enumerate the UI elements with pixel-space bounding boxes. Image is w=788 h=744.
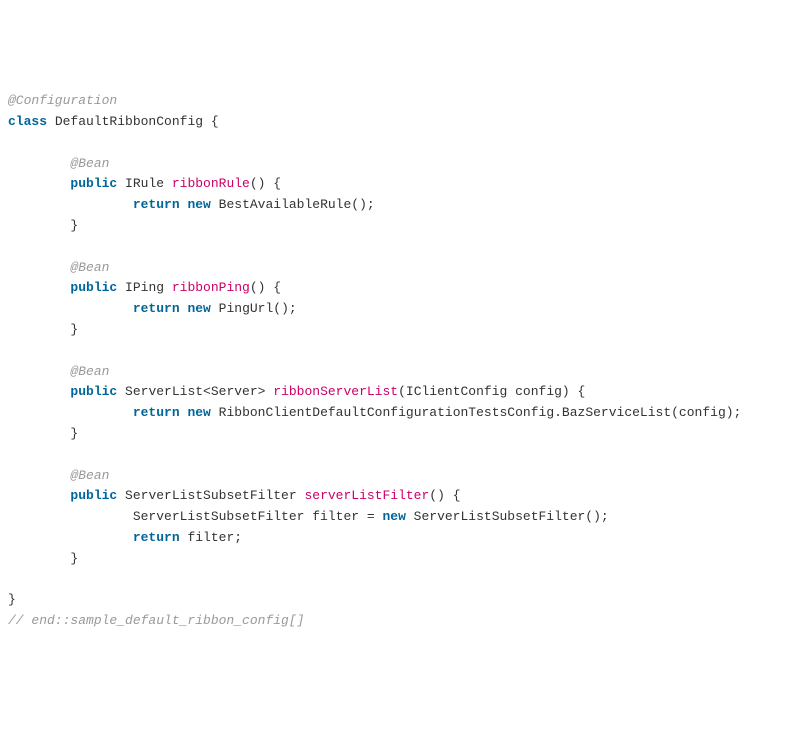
code-token-keyword: public — [70, 384, 117, 399]
code-token-new-kw: new — [187, 405, 210, 420]
code-token-new-kw: new — [382, 509, 405, 524]
code-token-method: ribbonPing — [172, 280, 250, 295]
code-token-plain — [8, 364, 70, 379]
code-token-keyword: return — [133, 405, 180, 420]
code-token-keyword: public — [70, 280, 117, 295]
code-token-keyword: public — [70, 176, 117, 191]
code-token-plain: DefaultRibbonConfig { — [47, 114, 219, 129]
code-token-annotation: @Bean — [70, 156, 109, 171]
code-token-annotation: @Configuration — [8, 93, 117, 108]
code-token-plain — [8, 468, 70, 483]
code-token-method: serverListFilter — [304, 488, 429, 503]
code-token-plain — [8, 156, 70, 171]
code-token-comment: // end::sample_default_ribbon_config[] — [8, 613, 304, 628]
code-block: @Configuration class DefaultRibbonConfig… — [8, 91, 780, 632]
code-token-plain — [8, 260, 70, 275]
code-token-plain — [8, 176, 70, 191]
code-token-annotation: @Bean — [70, 468, 109, 483]
code-token-keyword: return — [133, 197, 180, 212]
code-token-new-kw: new — [187, 197, 210, 212]
code-token-plain: ServerList<Server> — [117, 384, 273, 399]
code-token-plain — [8, 280, 70, 295]
code-token-method: ribbonRule — [172, 176, 250, 191]
code-token-plain — [8, 488, 70, 503]
code-token-plain: ServerListSubsetFilter — [117, 488, 304, 503]
code-token-plain: IPing — [117, 280, 172, 295]
code-token-annotation: @Bean — [70, 364, 109, 379]
code-token-new-kw: new — [187, 301, 210, 316]
code-token-keyword: return — [133, 301, 180, 316]
code-token-keyword: class — [8, 114, 47, 129]
code-token-plain: IRule — [117, 176, 172, 191]
code-token-plain — [8, 384, 70, 399]
code-token-method: ribbonServerList — [273, 384, 398, 399]
code-token-keyword: public — [70, 488, 117, 503]
code-token-annotation: @Bean — [70, 260, 109, 275]
code-token-keyword: return — [133, 530, 180, 545]
